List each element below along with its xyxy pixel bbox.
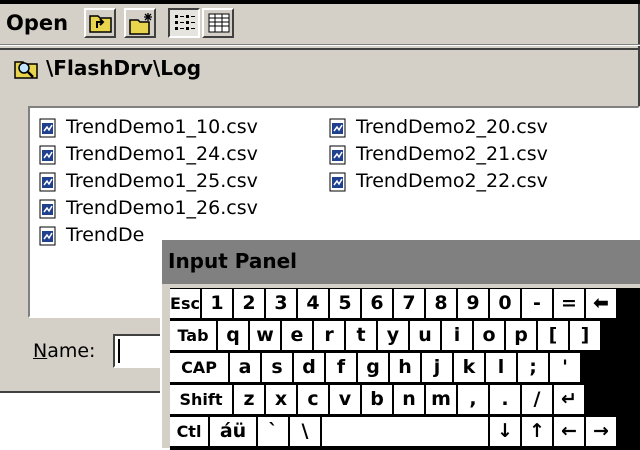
file-name: TrendDemo1_10.csv bbox=[66, 116, 258, 138]
keyboard-key[interactable]: ' bbox=[550, 353, 580, 382]
keyboard-key[interactable]: j bbox=[422, 353, 452, 382]
toolbar-separator bbox=[0, 44, 640, 46]
keyboard-key[interactable]: b bbox=[362, 385, 392, 414]
keyboard-key[interactable]: w bbox=[250, 321, 280, 350]
name-label: Name: bbox=[33, 340, 95, 362]
keyboard-key[interactable]: l bbox=[486, 353, 516, 382]
dialog-top-border bbox=[0, 0, 640, 4]
keyboard-key[interactable]: f bbox=[326, 353, 356, 382]
dialog-title: Open bbox=[6, 11, 69, 35]
name-label-accel: N bbox=[33, 340, 48, 362]
keyboard-key[interactable]: i bbox=[442, 321, 472, 350]
csv-file-icon bbox=[38, 145, 58, 172]
input-panel: Input Panel Esc 1 2 3 4 5 6 7 8 9 0- = ⬅ Tab q w e r t y u i o… bbox=[160, 238, 640, 450]
csv-file-icon bbox=[328, 118, 348, 145]
file-name: TrendDe bbox=[66, 224, 145, 246]
keyboard-key[interactable]: v bbox=[330, 385, 360, 414]
soft-keyboard: Esc 1 2 3 4 5 6 7 8 9 0- = ⬅ Tab q w e r t y u i o p[] CAP a s d f g h… bbox=[170, 288, 640, 450]
keyboard-key[interactable]: k bbox=[454, 353, 484, 382]
key-space[interactable] bbox=[322, 417, 488, 446]
keyboard-key[interactable]: 7 bbox=[394, 289, 424, 318]
keyboard-key[interactable]: 8 bbox=[426, 289, 456, 318]
keyboard-key[interactable]: y bbox=[378, 321, 408, 350]
keyboard-key[interactable]: ↑ bbox=[522, 417, 552, 446]
keyboard-key[interactable]: Ctl bbox=[170, 417, 208, 446]
keyboard-key[interactable]: t bbox=[346, 321, 376, 350]
keyboard-key[interactable]: d bbox=[294, 353, 324, 382]
keyboard-key[interactable]: [ bbox=[538, 321, 568, 350]
keyboard-key[interactable]: e bbox=[282, 321, 312, 350]
keyboard-key[interactable]: 9 bbox=[458, 289, 488, 318]
keyboard-key[interactable]: ` bbox=[258, 417, 288, 446]
text-caret bbox=[118, 339, 120, 363]
keyboard-key[interactable]: 6 bbox=[362, 289, 392, 318]
keyboard-key[interactable]: 1 bbox=[202, 289, 232, 318]
keyboard-key[interactable]: 0 bbox=[490, 289, 520, 318]
csv-file-icon bbox=[38, 118, 58, 145]
keyboard-key[interactable]: Shift bbox=[170, 385, 232, 414]
keyboard-key[interactable]: r bbox=[314, 321, 344, 350]
keyboard-key[interactable]: p bbox=[506, 321, 536, 350]
name-label-rest: ame: bbox=[47, 340, 96, 362]
details-view-button[interactable] bbox=[202, 8, 234, 38]
keyboard-key[interactable]: , bbox=[458, 385, 488, 414]
new-folder-button[interactable] bbox=[124, 8, 156, 38]
keyboard-key[interactable]: → bbox=[586, 417, 616, 446]
keyboard-key[interactable]: Tab bbox=[170, 321, 216, 350]
keyboard-key[interactable]: n bbox=[394, 385, 424, 414]
keyboard-key[interactable]: c bbox=[298, 385, 328, 414]
keyboard-key[interactable]: ↵ bbox=[554, 385, 584, 414]
file-name: TrendDemo2_22.csv bbox=[356, 170, 548, 192]
keyboard-key[interactable]: h bbox=[390, 353, 420, 382]
toolbar: Open bbox=[0, 6, 640, 42]
csv-file-icon bbox=[38, 199, 58, 226]
keyboard-key[interactable]: Esc bbox=[170, 289, 200, 318]
folder-search-icon bbox=[14, 58, 40, 84]
keyboard-key[interactable]: x bbox=[266, 385, 296, 414]
keyboard-key[interactable]: m bbox=[426, 385, 456, 414]
keyboard-key[interactable]: z bbox=[234, 385, 264, 414]
keyboard-key[interactable]: a bbox=[230, 353, 260, 382]
current-path: \FlashDrv\Log bbox=[0, 48, 640, 88]
keyboard-key[interactable]: áü bbox=[210, 417, 256, 446]
file-name: TrendDemo1_24.csv bbox=[66, 143, 258, 165]
input-panel-title: Input Panel bbox=[168, 249, 298, 273]
keyboard-key[interactable]: - bbox=[522, 289, 552, 318]
keyboard-key[interactable]: 5 bbox=[330, 289, 360, 318]
keyboard-key[interactable]: u bbox=[410, 321, 440, 350]
keyboard-key[interactable]: g bbox=[358, 353, 388, 382]
keyboard-key[interactable]: 2 bbox=[234, 289, 264, 318]
keyboard-key[interactable]: s bbox=[262, 353, 292, 382]
up-one-level-button[interactable] bbox=[84, 8, 116, 38]
keyboard-key[interactable]: = bbox=[554, 289, 584, 318]
list-view-button[interactable] bbox=[168, 8, 200, 38]
keyboard-key[interactable]: ↓ bbox=[490, 417, 520, 446]
keyboard-key[interactable]: / bbox=[522, 385, 552, 414]
keyboard-key[interactable]: CAP bbox=[170, 353, 228, 382]
keyboard-key[interactable]: 3 bbox=[266, 289, 296, 318]
keyboard-key[interactable]: \ bbox=[290, 417, 320, 446]
keyboard-key[interactable]: . bbox=[490, 385, 520, 414]
keyboard-key[interactable]: o bbox=[474, 321, 504, 350]
keyboard-key[interactable]: 4 bbox=[298, 289, 328, 318]
file-name: TrendDemo1_26.csv bbox=[66, 197, 258, 219]
path-text: \FlashDrv\Log bbox=[46, 56, 202, 80]
keyboard-key[interactable]: ⬅ bbox=[586, 289, 616, 318]
csv-file-icon bbox=[328, 172, 348, 199]
csv-file-icon bbox=[38, 226, 58, 253]
keyboard-key[interactable]: ; bbox=[518, 353, 548, 382]
csv-file-icon bbox=[328, 145, 348, 172]
csv-file-icon bbox=[38, 172, 58, 199]
keyboard-key[interactable]: ] bbox=[570, 321, 600, 350]
file-name: TrendDemo2_21.csv bbox=[356, 143, 548, 165]
keyboard-key[interactable]: q bbox=[218, 321, 248, 350]
input-panel-titlebar[interactable]: Input Panel bbox=[162, 240, 640, 284]
keyboard-key[interactable]: ← bbox=[554, 417, 584, 446]
file-name: TrendDemo1_25.csv bbox=[66, 170, 258, 192]
file-name: TrendDemo2_20.csv bbox=[356, 116, 548, 138]
